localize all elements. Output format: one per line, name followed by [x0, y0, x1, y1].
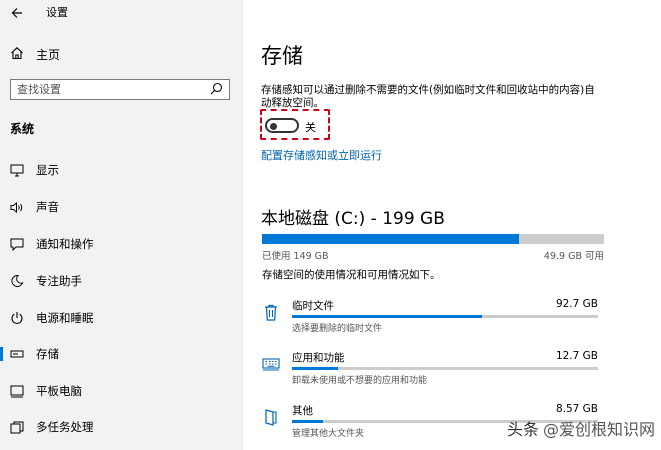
- category-bar-fill: [292, 367, 338, 370]
- category-size: 92.7 GB: [555, 298, 598, 310]
- search-input[interactable]: [17, 83, 210, 96]
- search-box[interactable]: [10, 79, 230, 100]
- notification-icon: [10, 237, 24, 251]
- search-icon[interactable]: [210, 80, 223, 99]
- sidebar-item-label: 声音: [36, 200, 59, 214]
- sidebar-item-focus-assist[interactable]: 专注助手: [0, 270, 240, 292]
- drive-free-label: 49.9 GB 可用: [543, 251, 604, 262]
- category-bar: [292, 367, 598, 370]
- sidebar: 设置 主页 系统 显示 声音 通知和操作 专注助手: [0, 0, 243, 450]
- sidebar-item-label: 电源和睡眠: [36, 311, 94, 325]
- sidebar-item-storage[interactable]: 存储: [0, 343, 240, 365]
- sidebar-item-label: 存储: [36, 347, 59, 361]
- sidebar-item-tablet[interactable]: 平板电脑: [0, 380, 240, 402]
- category-size: 8.57 GB: [555, 403, 598, 415]
- storage-sense-description: 存储感知可以通过删除不需要的文件(例如临时文件和回收站中的内容)自动释放空间。: [261, 84, 595, 109]
- section-title: 系统: [10, 122, 35, 136]
- moon-icon: [10, 274, 24, 288]
- toggle-knob: [270, 122, 277, 130]
- sidebar-item-sound[interactable]: 声音: [0, 196, 240, 218]
- watermark-text-b: @爱创根知识网: [542, 420, 655, 439]
- category-subtext: 选择要删除的临时文件: [292, 324, 383, 334]
- home-nav[interactable]: 主页: [10, 45, 60, 63]
- watermark: 头条 @爱创根知识网: [507, 416, 655, 440]
- monitor-icon: [10, 163, 24, 177]
- sidebar-item-power[interactable]: 电源和睡眠: [0, 307, 240, 329]
- sidebar-item-multitasking[interactable]: 多任务处理: [0, 416, 240, 438]
- main-content: 存储 存储感知可以通过删除不需要的文件(例如临时文件和回收站中的内容)自动释放空…: [243, 0, 661, 450]
- watermark-text-a: 头条: [506, 420, 539, 439]
- back-arrow-icon[interactable]: [10, 6, 24, 20]
- trash-icon: [262, 302, 280, 322]
- app-title: 设置: [46, 6, 68, 19]
- storage-sense-toggle[interactable]: [265, 118, 299, 133]
- sidebar-item-notifications[interactable]: 通知和操作: [0, 233, 240, 255]
- drive-title: 本地磁盘 (C:) - 199 GB: [261, 209, 445, 229]
- folder-icon: [262, 407, 280, 427]
- keyboard-icon: [262, 354, 280, 374]
- category-name: 应用和功能: [292, 352, 345, 364]
- page-title: 存储: [261, 44, 303, 68]
- storage-icon: [10, 347, 24, 361]
- home-label: 主页: [36, 47, 61, 62]
- tablet-icon: [10, 384, 24, 398]
- drive-used-label: 已使用 149 GB: [262, 251, 329, 262]
- category-subtext: 管理其他大文件夹: [292, 429, 365, 439]
- sidebar-item-label: 平板电脑: [36, 384, 82, 398]
- drive-usage-fill: [262, 234, 519, 244]
- sidebar-item-display[interactable]: 显示: [0, 159, 240, 181]
- category-size: 12.7 GB: [555, 350, 598, 362]
- category-temp-files[interactable]: 临时文件 92.7 GB 选择要删除的临时文件: [262, 298, 602, 338]
- power-icon: [10, 311, 24, 325]
- home-icon: [10, 45, 24, 64]
- category-bar-fill: [292, 420, 323, 423]
- configure-storage-sense-link[interactable]: 配置存储感知或立即运行: [261, 147, 382, 163]
- category-name: 其他: [292, 405, 313, 417]
- toggle-state-label: 关: [305, 121, 316, 134]
- usage-description: 存储空间的使用情况和可用情况如下。: [262, 269, 441, 281]
- category-subtext: 卸载未使用或不想要的应用和功能: [292, 376, 428, 386]
- sidebar-item-label: 专注助手: [36, 274, 82, 288]
- titlebar: 设置: [10, 4, 68, 22]
- category-bar-fill: [292, 315, 482, 318]
- sidebar-item-label: 通知和操作: [36, 237, 94, 251]
- active-indicator: [0, 347, 3, 361]
- sidebar-item-label: 显示: [36, 163, 59, 177]
- category-name: 临时文件: [292, 300, 334, 312]
- drive-usage-bar: [262, 234, 604, 244]
- category-bar: [292, 315, 598, 318]
- category-apps-features[interactable]: 应用和功能 12.7 GB 卸载未使用或不想要的应用和功能: [262, 350, 602, 390]
- speaker-icon: [10, 200, 24, 214]
- sidebar-item-label: 多任务处理: [36, 420, 94, 434]
- multitask-icon: [10, 420, 24, 434]
